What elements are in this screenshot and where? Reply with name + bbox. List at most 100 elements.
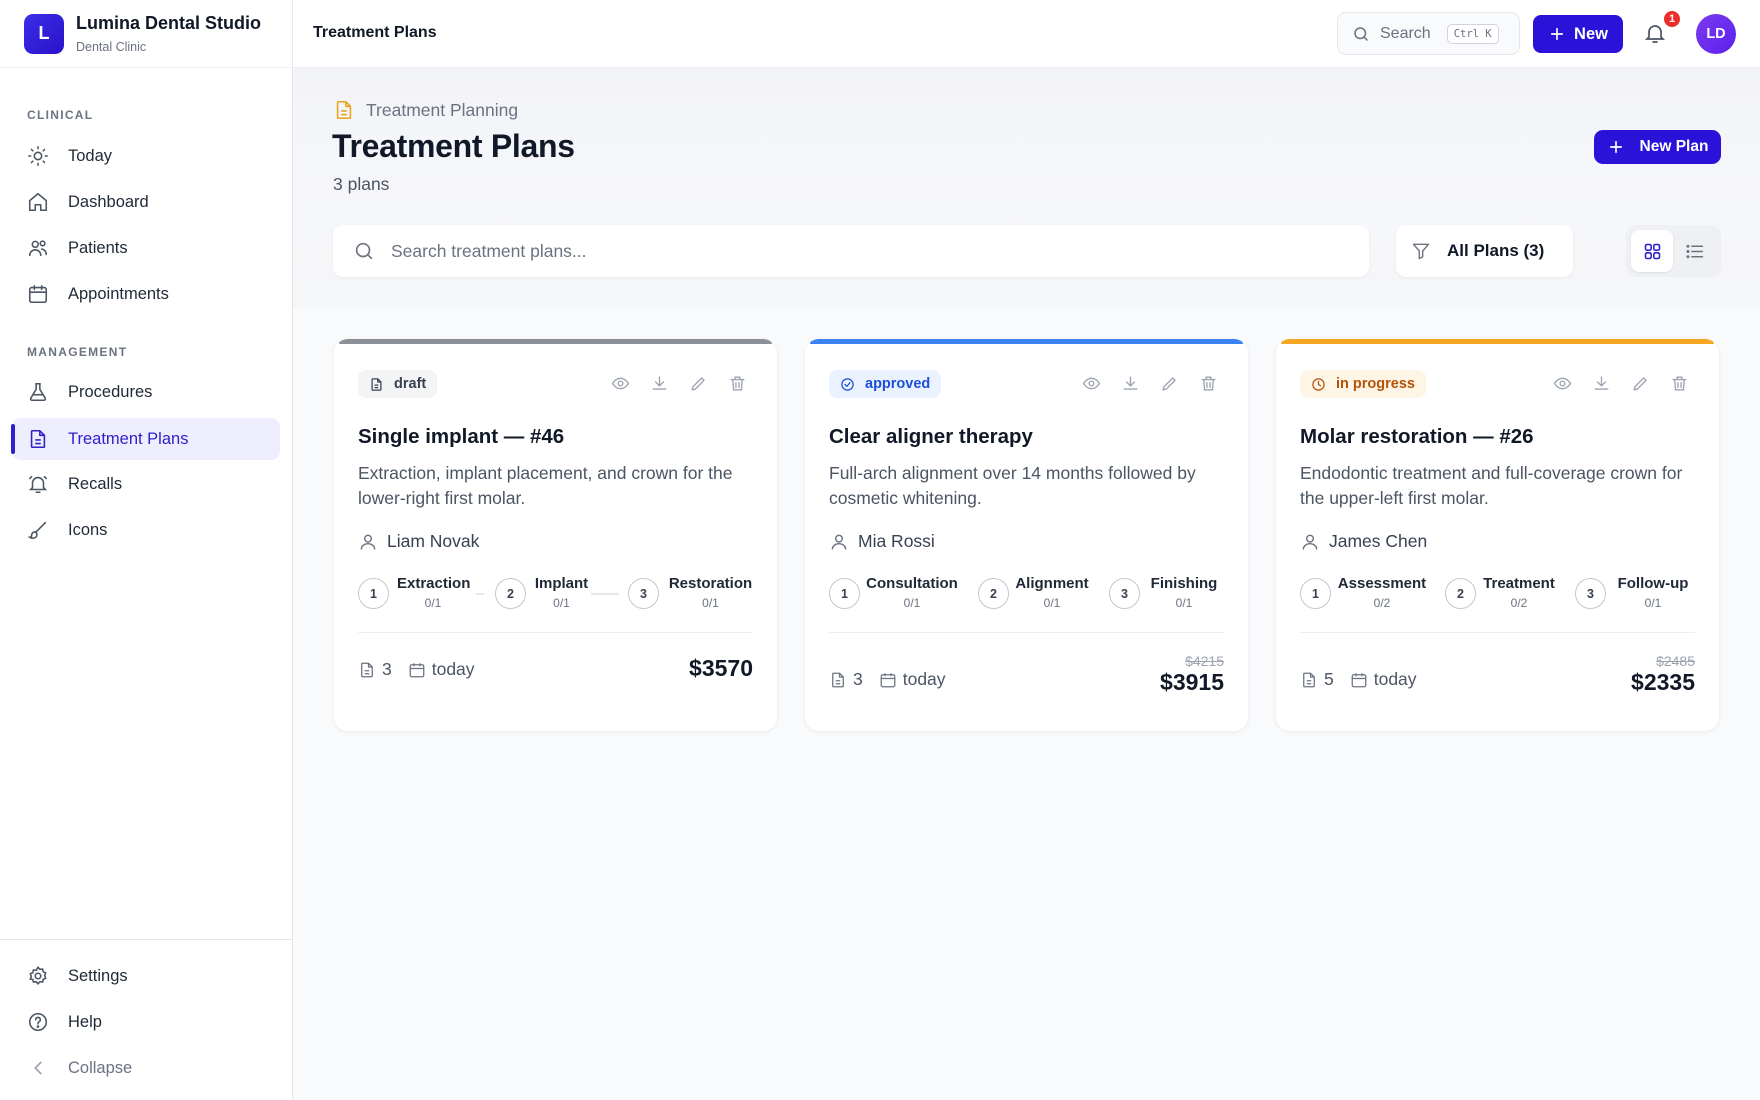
document-count: 5 [1324, 669, 1334, 689]
brand[interactable]: L Lumina Dental Studio Dental Clinic [0, 0, 292, 68]
sidebar-item-help[interactable]: Help [12, 1001, 280, 1043]
avatar[interactable]: LD [1696, 14, 1736, 54]
breadcrumb-label: Treatment Planning [366, 99, 519, 120]
sidebar-item-label: Appointments [68, 284, 169, 303]
sidebar-item-recalls[interactable]: Recalls [12, 463, 280, 505]
calendar-icon [880, 672, 896, 687]
step-name: Assessment [1337, 575, 1427, 592]
step-name: Restoration [668, 575, 753, 592]
user-icon [360, 534, 376, 550]
plan-filter-select[interactable]: All Plans (3) [1396, 225, 1573, 277]
price-current: $2335 [1631, 669, 1695, 695]
plan-meta: 3 today [358, 659, 475, 680]
download-icon[interactable] [650, 374, 669, 393]
status-badge: in progress [1300, 370, 1426, 398]
card-actions [1082, 374, 1218, 393]
step-progress: 1 Consultation 0/1 2 Alignment 0/1 3 Fin… [829, 574, 1225, 614]
sidebar-collapse-button[interactable]: Collapse [12, 1047, 280, 1089]
patient-name: James Chen [1329, 531, 1428, 551]
sidebar-item-settings[interactable]: Settings [12, 955, 280, 997]
sidebar-item-icons[interactable]: Icons [12, 509, 280, 551]
step-number: 2 [978, 578, 1009, 609]
divider [829, 632, 1224, 633]
status-label: approved [865, 376, 931, 392]
user-icon [1302, 534, 1318, 550]
topbar-title: Treatment Plans [313, 24, 437, 41]
plan-count: 3 plans [333, 174, 390, 194]
status-bar [339, 339, 772, 344]
divider [1300, 632, 1695, 633]
document-icon [832, 672, 844, 687]
step-name: Treatment [1483, 575, 1555, 592]
eye-icon[interactable] [1553, 374, 1572, 393]
divider [358, 632, 753, 633]
step-count: 0/2 [1510, 596, 1528, 610]
plan-search-placeholder: Search treatment plans... [391, 240, 587, 261]
edit-icon[interactable] [689, 374, 708, 393]
step-number: 3 [628, 578, 659, 609]
patient[interactable]: Liam Novak [358, 531, 479, 552]
sidebar-item-treatment-plans[interactable]: Treatment Plans [11, 418, 280, 460]
trash-icon[interactable] [1199, 374, 1218, 393]
brand-subtitle: Dental Clinic [76, 40, 147, 54]
price: $4215 $3915 [1160, 653, 1224, 696]
sidebar-item-patients[interactable]: Patients [12, 227, 280, 269]
brush-icon [27, 521, 47, 540]
list-view-button[interactable] [1673, 230, 1715, 272]
help-circle-icon [28, 1012, 48, 1032]
card-actions [611, 374, 747, 393]
sidebar-item-procedures[interactable]: Procedures [12, 371, 280, 413]
brand-logo: L [24, 13, 64, 54]
step-count: 0/1 [424, 596, 442, 610]
sidebar-item-appointments[interactable]: Appointments [12, 273, 280, 315]
grid-icon [1644, 243, 1660, 259]
edit-icon[interactable] [1631, 374, 1650, 393]
grid-view-button[interactable] [1631, 230, 1673, 272]
sidebar-item-label: Treatment Plans [68, 429, 189, 448]
new-button-label: New [1574, 24, 1608, 43]
gear-icon [29, 965, 47, 985]
download-icon[interactable] [1121, 374, 1140, 393]
new-plan-button[interactable]: New Plan [1594, 130, 1721, 164]
plan-description: Endodontic treatment and full-coverage c… [1300, 463, 1683, 508]
eye-icon[interactable] [611, 374, 630, 393]
document-icon [361, 662, 373, 677]
sun-icon [28, 146, 48, 166]
patient[interactable]: James Chen [1300, 531, 1427, 552]
plan-card[interactable]: draft Single implant — #46 Extraction, i… [334, 339, 777, 731]
plus-icon [1550, 27, 1564, 41]
sidebar-item-today[interactable]: Today [12, 135, 280, 177]
price-current: $3915 [1160, 669, 1224, 695]
new-plan-label: New Plan [1639, 138, 1709, 155]
calendar-icon [409, 662, 425, 677]
card-actions [1553, 374, 1689, 393]
document-count: 3 [382, 659, 392, 679]
global-search-button[interactable]: Search Ctrl K [1337, 12, 1520, 55]
nav-section-management: MANAGEMENT [27, 345, 128, 359]
sidebar-item-label: Recalls [68, 474, 123, 493]
edit-icon[interactable] [1160, 374, 1179, 393]
plan-search-input[interactable]: Search treatment plans... [333, 225, 1369, 277]
price: $3570 [689, 655, 753, 682]
plan-card[interactable]: approved Clear aligner therapy Full-arch… [805, 339, 1248, 731]
document-count: 3 [853, 669, 863, 689]
users-icon [28, 240, 48, 257]
search-icon [1354, 26, 1368, 41]
plan-date: today [1373, 669, 1417, 689]
trash-icon[interactable] [728, 374, 747, 393]
search-shortcut: Ctrl K [1446, 23, 1499, 44]
sidebar-item-dashboard[interactable]: Dashboard [12, 181, 280, 223]
plan-title: Molar restoration — #26 [1300, 425, 1534, 448]
plan-meta: 3 today [829, 669, 946, 690]
plan-card[interactable]: in progress Molar restoration — #26 Endo… [1276, 339, 1719, 731]
sidebar-item-label: Settings [68, 966, 128, 985]
eye-icon[interactable] [1082, 374, 1101, 393]
plan-title: Single implant — #46 [358, 425, 565, 448]
download-icon[interactable] [1592, 374, 1611, 393]
home-icon [28, 192, 48, 212]
patient[interactable]: Mia Rossi [829, 531, 935, 552]
page-title: Treatment Plans [332, 128, 575, 164]
trash-icon[interactable] [1670, 374, 1689, 393]
sidebar-item-label: Patients [68, 238, 128, 257]
new-button[interactable]: New [1533, 15, 1623, 53]
